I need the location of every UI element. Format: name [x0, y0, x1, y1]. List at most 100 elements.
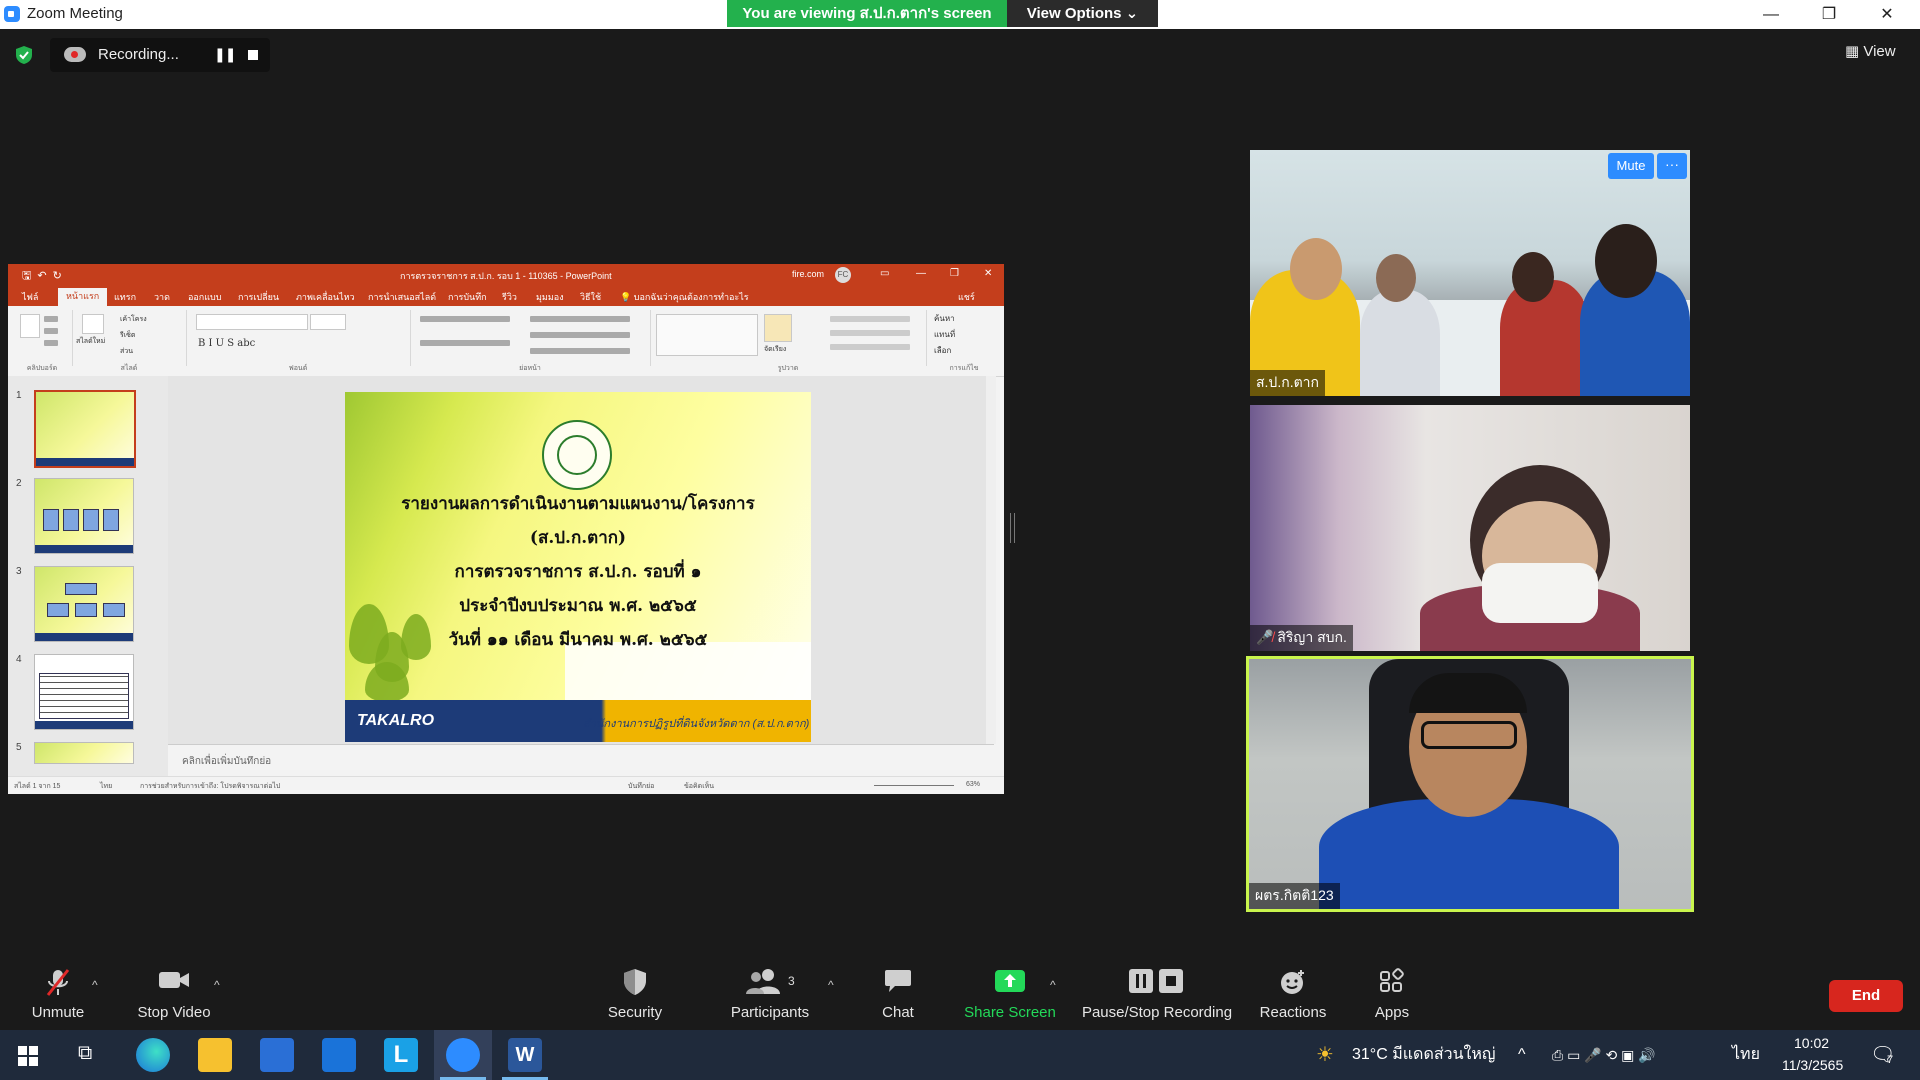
- video-tile-1[interactable]: ส.ป.ก.ตาก: [1250, 150, 1690, 396]
- chat-button[interactable]: Chat: [858, 958, 938, 1030]
- slide-brand: TAKALRO: [357, 712, 435, 729]
- task-view-icon[interactable]: ⧉: [78, 1042, 92, 1065]
- muted-mic-icon: 🎤̸: [1256, 629, 1274, 645]
- mute-participant-button[interactable]: Mute: [1608, 153, 1654, 179]
- stop-recording-button[interactable]: [248, 50, 258, 60]
- participant-name: สิริญา สบก.: [1277, 629, 1347, 645]
- weather-text[interactable]: 31°C มีแดดส่วนใหญ่: [1352, 1030, 1496, 1080]
- encryption-shield-icon[interactable]: [14, 45, 34, 65]
- video-tile-2[interactable]: 🎤̸ สิริญา สบก.: [1250, 405, 1690, 651]
- chat-label: Chat: [882, 1004, 914, 1021]
- viewing-banner: You are viewing ส.ป.ก.ตาก's screen: [727, 0, 1007, 27]
- status-comments: ข้อคิดเห็น: [684, 783, 715, 790]
- split-resize-handle[interactable]: [1010, 513, 1015, 543]
- participants-label: Participants: [730, 1004, 810, 1021]
- status-zoom: 63%: [966, 781, 981, 788]
- ppt-vertical-scrollbar: [986, 376, 996, 744]
- status-notes: บันทึกย่อ: [628, 783, 655, 790]
- arrange-icon: [764, 314, 792, 342]
- unmute-label: Unmute: [31, 1004, 85, 1021]
- ribbon-group-label: ฟอนต์: [288, 365, 308, 372]
- share-options-caret[interactable]: ^: [1050, 978, 1056, 992]
- windows-start-icon[interactable]: [18, 1046, 38, 1066]
- stop-video-button[interactable]: Stop Video: [128, 958, 220, 1030]
- ppt-tab-insert: แทรก: [114, 292, 137, 302]
- participants-options-caret[interactable]: ^: [828, 978, 834, 992]
- minimize-button[interactable]: —: [1748, 0, 1794, 29]
- slide-title-line5: วันที่ ๑๑ เดือน มีนาคม พ.ศ. ๒๕๖๕: [448, 630, 708, 650]
- slide-footer-band: TAKALRO สำนักงานการปฏิรูปที่ดินจังหวัดตา…: [345, 700, 811, 742]
- cloud-recording-icon: [64, 47, 86, 62]
- mail-icon[interactable]: [322, 1038, 356, 1072]
- glasses: [1421, 721, 1517, 749]
- more-options-button[interactable]: ···: [1657, 153, 1687, 179]
- ppt-share: แชร์: [958, 292, 975, 302]
- audio-options-caret[interactable]: ^: [92, 978, 98, 992]
- view-label: View: [1863, 43, 1896, 60]
- ppt-tab-animations: ภาพเคลื่อนไหว: [296, 292, 355, 302]
- ppt-tell-me: 💡 บอกฉันว่าคุณต้องการทำอะไร: [620, 290, 749, 304]
- security-shield-icon: [624, 969, 646, 995]
- paste-icon: [20, 314, 40, 338]
- view-options-label: View Options: [1026, 5, 1122, 22]
- video-tile-active-speaker[interactable]: ผตร.กิตติ123: [1246, 656, 1694, 912]
- chevron-down-icon: ⌄: [1125, 5, 1139, 22]
- zoom-slider: [874, 785, 954, 786]
- edge-browser-icon[interactable]: [136, 1038, 170, 1072]
- share-screen-button[interactable]: Share Screen: [958, 958, 1062, 1030]
- slide-title-line3: การตรวจราชการ ส.ป.ก. รอบที่ ๑: [454, 562, 702, 582]
- zoom-app-taskbar-icon[interactable]: [446, 1038, 480, 1072]
- security-button[interactable]: Security: [590, 958, 680, 1030]
- alro-seal-logo: [542, 420, 612, 490]
- recording-label: Recording...: [98, 46, 179, 63]
- security-label: Security: [607, 1004, 663, 1021]
- new-slide-icon: [82, 314, 104, 334]
- stop-video-label: Stop Video: [137, 1004, 211, 1021]
- ribbon-group-label: การแก้ไข: [949, 365, 979, 372]
- replace-label: แทนที่: [934, 330, 956, 339]
- video-options-caret[interactable]: ^: [214, 978, 220, 992]
- shapes-gallery: [656, 314, 758, 356]
- line-app-icon[interactable]: L: [384, 1038, 418, 1072]
- share-screen-label: Share Screen: [964, 1004, 1056, 1021]
- word-app-icon[interactable]: W: [508, 1038, 542, 1072]
- font-format-icons: B I U S abc: [198, 338, 256, 349]
- ppt-tab-design: ออกแบบ: [188, 292, 222, 302]
- participant-name-muted: 🎤̸ สิริญา สบก.: [1250, 625, 1353, 651]
- reactions-label: Reactions: [1259, 1004, 1327, 1021]
- unmute-button[interactable]: Unmute: [18, 958, 98, 1030]
- participant-name: ผตร.กิตติ123: [1249, 883, 1340, 909]
- end-meeting-button[interactable]: End: [1829, 980, 1903, 1012]
- grid-icon: ▦: [1845, 43, 1860, 60]
- clock-time[interactable]: 10:02: [1794, 1035, 1829, 1051]
- view-button[interactable]: ▦ View: [1845, 40, 1915, 64]
- slide-title-line1: รายงานผลการดำเนินงานตามแผนงาน/โครงการ: [401, 494, 755, 514]
- input-language[interactable]: ไทย: [1732, 1030, 1760, 1080]
- restore-button[interactable]: ❐: [1806, 0, 1852, 29]
- tray-icons[interactable]: ⎙ ▭ 🎤 ⟲ ▣ 🔊: [1552, 1030, 1656, 1080]
- ppt-title-bar: 🖫↶↻ การตรวจราชการ ส.ป.ก. รอบ 1 - 110365 …: [8, 264, 1004, 286]
- close-button[interactable]: ✕: [1864, 0, 1910, 29]
- clock-date[interactable]: 11/3/2565: [1782, 1057, 1843, 1073]
- view-options-button[interactable]: View Options ⌄: [1007, 0, 1158, 27]
- ribbon-group-label: คลิปบอร์ด: [26, 365, 58, 372]
- slide-thumbnail-2: [34, 478, 134, 554]
- slide-thumbnails-pane: 1 2 3 4 5: [8, 376, 168, 776]
- apps-icon: [1380, 968, 1404, 992]
- zoom-app-icon: [4, 6, 20, 22]
- apps-button[interactable]: Apps: [1354, 958, 1430, 1030]
- tray-caret-icon[interactable]: ^: [1518, 1030, 1526, 1080]
- participants-button[interactable]: 3 Participants: [720, 958, 820, 1030]
- participant-name: ส.ป.ก.ตาก: [1250, 370, 1326, 396]
- file-explorer-icon[interactable]: [198, 1038, 232, 1072]
- participants-icon: [746, 969, 780, 994]
- store-icon[interactable]: [260, 1038, 294, 1072]
- meeting-controls: Unmute ^ Stop Video ^ Security 3 Partici…: [0, 958, 1920, 1030]
- find-label: ค้นหา: [934, 314, 955, 323]
- reactions-smiley-icon: [1281, 970, 1304, 994]
- pause-recording-button[interactable]: ❚❚: [214, 46, 236, 63]
- ribbon-group-label: ย่อหน้า: [519, 365, 541, 372]
- pause-stop-recording-button[interactable]: Pause/Stop Recording: [1078, 958, 1236, 1030]
- ppt-restore-icon: ❐: [950, 268, 959, 279]
- reactions-button[interactable]: Reactions: [1252, 958, 1334, 1030]
